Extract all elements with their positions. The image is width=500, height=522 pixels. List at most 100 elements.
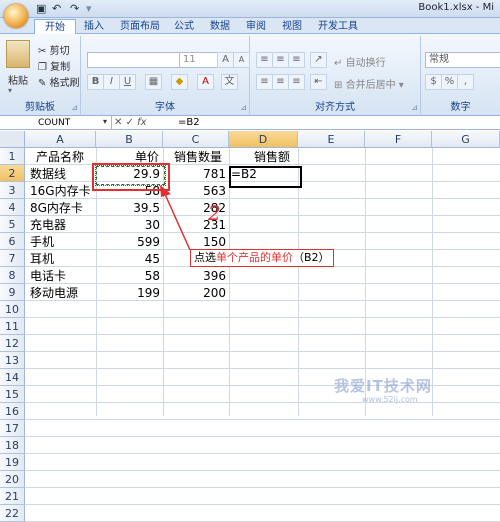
enter-icon[interactable]: ✓	[126, 117, 134, 128]
cell-a7[interactable]: 耳机	[30, 251, 54, 268]
tab-formulas[interactable]: 公式	[168, 19, 200, 34]
row-header-20[interactable]: 20	[0, 471, 25, 488]
font-name-field[interactable]	[87, 52, 180, 68]
column-header-b[interactable]: B	[96, 131, 163, 148]
row-header-11[interactable]: 11	[0, 318, 25, 335]
bold-icon[interactable]: B	[87, 74, 104, 90]
comma-icon[interactable]: ,	[457, 74, 474, 90]
align-center-icon[interactable]: ≡	[272, 74, 289, 90]
insert-function-icon[interactable]: fx	[137, 117, 146, 128]
row-header-3[interactable]: 3	[0, 182, 25, 199]
row-header-19[interactable]: 19	[0, 454, 25, 471]
name-box-dropdown-icon[interactable]: ▾	[103, 117, 107, 126]
border-icon[interactable]: ▦	[145, 74, 162, 90]
cell-b9[interactable]: 199	[96, 285, 160, 302]
row-header-9[interactable]: 9	[0, 284, 25, 301]
tab-page-layout[interactable]: 页面布局	[114, 19, 166, 34]
cell-a3[interactable]: 16G内存卡	[30, 183, 91, 200]
row-header-7[interactable]: 7	[0, 250, 25, 267]
tab-view[interactable]: 视图	[276, 19, 308, 34]
row-header-12[interactable]: 12	[0, 335, 25, 352]
tab-review[interactable]: 审阅	[240, 19, 272, 34]
row-header-4[interactable]: 4	[0, 199, 25, 216]
row-header-17[interactable]: 17	[0, 420, 25, 437]
cell-a9[interactable]: 移动电源	[30, 285, 78, 302]
row-header-22[interactable]: 22	[0, 505, 25, 522]
underline-icon[interactable]: U	[119, 74, 136, 90]
shrink-font-icon[interactable]: A	[233, 52, 250, 68]
number-format-field[interactable]: 常规	[425, 52, 500, 68]
column-header-g[interactable]: G	[432, 131, 500, 148]
grow-font-icon[interactable]: A	[217, 52, 234, 68]
copy-button[interactable]: ❐ 复制	[38, 58, 70, 73]
select-all-corner[interactable]	[0, 131, 25, 148]
row-header-5[interactable]: 5	[0, 216, 25, 233]
align-right-icon[interactable]: ≡	[288, 74, 305, 90]
row-header-2[interactable]: 2	[0, 165, 25, 182]
undo-icon[interactable]: ↶	[52, 2, 61, 15]
row-header-10[interactable]: 10	[0, 301, 25, 318]
font-size-field[interactable]: 11	[179, 52, 218, 68]
cell-d1[interactable]: 销售额	[254, 149, 290, 166]
column-header-c[interactable]: C	[163, 131, 229, 148]
cancel-icon[interactable]: ✕	[114, 117, 122, 128]
row-header-18[interactable]: 18	[0, 437, 25, 454]
merge-icon: ⊞	[334, 80, 343, 91]
redo-icon[interactable]: ↷	[70, 2, 79, 15]
align-middle-icon[interactable]: ≡	[272, 52, 289, 68]
dialog-launcher-icon[interactable]: ⊿	[411, 103, 418, 112]
cell-a6[interactable]: 手机	[30, 234, 54, 251]
cell-a8[interactable]: 电话卡	[30, 268, 66, 285]
paste-button[interactable]: 粘贴	[8, 72, 28, 87]
cut-button[interactable]: ✂ 剪切	[38, 42, 70, 57]
office-button[interactable]	[4, 4, 28, 28]
tab-data[interactable]: 数据	[204, 19, 236, 34]
tab-insert[interactable]: 插入	[76, 19, 112, 34]
name-box[interactable]: COUNT	[0, 116, 112, 130]
column-header-f[interactable]: F	[365, 131, 432, 148]
phonetic-icon[interactable]: 文	[221, 74, 238, 90]
font-color-icon[interactable]: A	[197, 74, 214, 90]
tab-home[interactable]: 开始	[34, 19, 76, 35]
formula-input[interactable]: =B2	[178, 116, 200, 130]
italic-icon[interactable]: I	[103, 74, 120, 90]
cell-a1[interactable]: 产品名称	[36, 149, 84, 166]
row-header-13[interactable]: 13	[0, 352, 25, 369]
column-header-e[interactable]: E	[298, 131, 365, 148]
worksheet-grid[interactable]: A B C D E F G 1 2 3 4 5 6 7 8 9 10 11 12 13 14 15 16 17 1…	[0, 131, 500, 522]
format-painter-button[interactable]: ✎ 格式刷	[38, 74, 80, 89]
wrap-text-button[interactable]: ↵ 自动换行	[334, 54, 386, 69]
dialog-launcher-icon[interactable]: ⊿	[71, 103, 78, 112]
align-top-icon[interactable]: ≡	[256, 52, 273, 68]
align-left-icon[interactable]: ≡	[256, 74, 273, 90]
row-header-6[interactable]: 6	[0, 233, 25, 250]
row-header-16[interactable]: 16	[0, 403, 25, 420]
row-header-14[interactable]: 14	[0, 369, 25, 386]
cell-a5[interactable]: 充电器	[30, 217, 66, 234]
quick-access-dropdown-icon[interactable]: ▾	[86, 2, 92, 15]
align-bottom-icon[interactable]: ≡	[288, 52, 305, 68]
column-header-d[interactable]: D	[229, 131, 298, 148]
cell-a4[interactable]: 8G内存卡	[30, 200, 83, 217]
dialog-launcher-icon[interactable]: ⊿	[240, 103, 247, 112]
column-header-a[interactable]: A	[25, 131, 96, 148]
cell-c9[interactable]: 200	[163, 285, 226, 302]
active-cell-d2[interactable]	[229, 166, 302, 188]
percent-icon[interactable]: %	[441, 74, 458, 90]
paste-icon[interactable]	[6, 40, 30, 68]
merge-center-button[interactable]: ⊞ 合并后居中 ▾	[334, 76, 404, 91]
cell-a2[interactable]: 数据线	[30, 166, 66, 183]
row-header-15[interactable]: 15	[0, 386, 25, 403]
indent-icon[interactable]: ⇤	[310, 74, 327, 90]
row-header-21[interactable]: 21	[0, 488, 25, 505]
fill-color-icon[interactable]: ◆	[171, 74, 188, 90]
tab-developer[interactable]: 开发工具	[312, 19, 364, 34]
row-header-8[interactable]: 8	[0, 267, 25, 284]
save-icon[interactable]: ▣	[36, 2, 46, 15]
paste-dropdown-icon[interactable]: ▾	[8, 86, 12, 95]
orientation-icon[interactable]: ↗	[310, 52, 327, 68]
row-header-1[interactable]: 1	[0, 148, 25, 165]
cell-c1[interactable]: 销售数量	[174, 149, 222, 166]
cell-c2[interactable]: 781	[163, 166, 226, 183]
currency-icon[interactable]: $	[425, 74, 442, 90]
